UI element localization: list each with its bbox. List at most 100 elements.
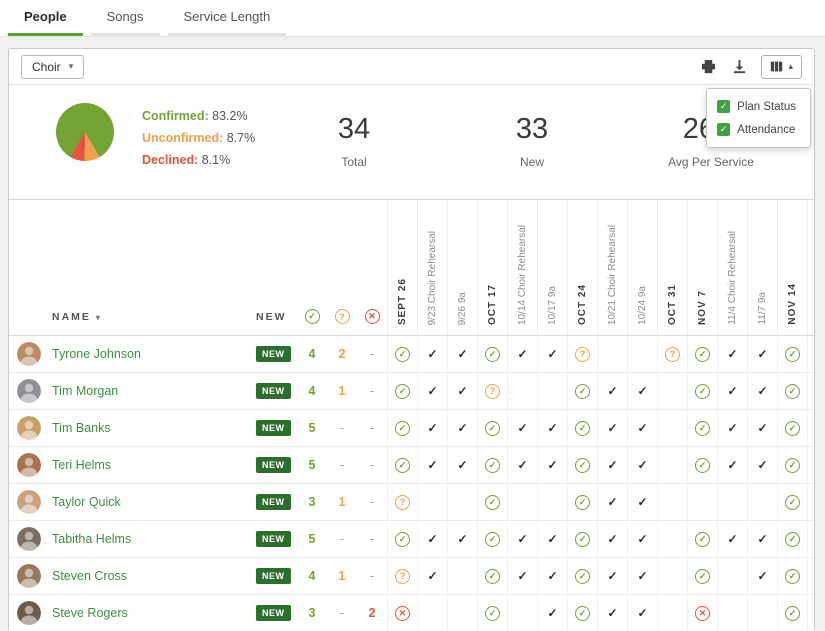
attendance-check-icon: ✓ — [457, 458, 467, 472]
table-row[interactable]: Tyrone JohnsonNEW42-✓✓✓✓✓✓??✓✓✓✓ — [9, 336, 814, 373]
status-cell: ✓ — [507, 447, 537, 483]
avatar — [17, 564, 41, 588]
menu-item-label: Attendance — [737, 124, 795, 136]
tab-songs[interactable]: Songs — [91, 0, 160, 36]
unconfirmed-count: - — [327, 447, 357, 483]
toolbar-actions: ▴ — [699, 55, 802, 79]
date-column-header-11-4-choir-rehearsal: 11/4 Choir Rehearsal — [717, 200, 747, 335]
confirmed-icon: ✓ — [395, 384, 410, 399]
status-cell — [417, 595, 447, 631]
download-button[interactable] — [730, 57, 749, 76]
confirmed-icon: ✓ — [485, 569, 500, 584]
table-row[interactable]: Taylor QuickNEW31-?✓✓✓✓✓ — [9, 484, 814, 521]
checkbox-checked-icon[interactable]: ✓ — [717, 100, 730, 113]
checkbox-checked-icon[interactable]: ✓ — [717, 123, 730, 136]
person-name-link[interactable]: Tabitha Helms — [52, 532, 131, 546]
status-cell: ✓ — [687, 336, 717, 372]
tab-service-length[interactable]: Service Length — [168, 0, 287, 36]
confirmed-icon: ✓ — [785, 495, 800, 510]
menu-item-plan-status[interactable]: ✓ Plan Status — [707, 95, 810, 118]
menu-item-label: Plan Status — [737, 101, 796, 113]
status-cell: ✓ — [717, 336, 747, 372]
confirmed-icon: ✓ — [485, 347, 500, 362]
confirmed-count: 3 — [297, 484, 327, 520]
attendance-check-icon: ✓ — [637, 458, 647, 472]
attendance-check-icon: ✓ — [517, 347, 527, 361]
declined-count: - — [357, 558, 387, 594]
table-row[interactable]: Tim BanksNEW5--✓✓✓✓✓✓✓✓✓✓✓✓✓ — [9, 410, 814, 447]
confirmed-icon: ✓ — [305, 309, 320, 324]
print-button[interactable] — [699, 57, 718, 76]
attendance-check-icon: ✓ — [757, 421, 767, 435]
confirmed-icon: ✓ — [785, 606, 800, 621]
avatar — [17, 601, 41, 625]
status-cell: ✓ — [777, 521, 807, 557]
legend-item: Declined: 8.1% — [142, 149, 255, 171]
status-cell: ✓ — [597, 558, 627, 594]
person-cell: Tyrone Johnson — [9, 336, 241, 372]
avatar — [17, 490, 41, 514]
person-name-link[interactable]: Tim Morgan — [52, 384, 118, 398]
confirmed-icon: ✓ — [785, 347, 800, 362]
attendance-check-icon: ✓ — [637, 532, 647, 546]
status-cell: ✓ — [567, 447, 597, 483]
filler-cell — [807, 447, 814, 483]
confirmed-icon: ✓ — [695, 569, 710, 584]
status-cell: ✓ — [447, 521, 477, 557]
status-cell — [657, 410, 687, 446]
table-row[interactable]: Tim MorganNEW41-✓✓✓?✓✓✓✓✓✓✓ — [9, 373, 814, 410]
new-cell: NEW — [241, 410, 297, 446]
new-cell: NEW — [241, 484, 297, 520]
name-column-header[interactable]: NAME ▾ — [9, 200, 241, 335]
table-row[interactable]: Tabitha HelmsNEW5--✓✓✓✓✓✓✓✓✓✓✓✓✓ — [9, 521, 814, 558]
stat-new-label: New — [516, 155, 548, 169]
table-row[interactable]: Teri HelmsNEW5--✓✓✓✓✓✓✓✓✓✓✓✓✓ — [9, 447, 814, 484]
status-cell: ✓ — [537, 447, 567, 483]
attendance-check-icon: ✓ — [727, 421, 737, 435]
status-cell: ✓ — [777, 484, 807, 520]
columns-menu-button[interactable]: ▴ — [761, 55, 802, 79]
date-column-header-10-24-9a: 10/24 9a — [627, 200, 657, 335]
avatar — [17, 527, 41, 551]
unconfirmed-icon: ? — [485, 384, 500, 399]
person-name-link[interactable]: Tyrone Johnson — [52, 347, 141, 361]
person-name-link[interactable]: Tim Banks — [52, 421, 111, 435]
confirmed-icon: ✓ — [575, 532, 590, 547]
new-cell: NEW — [241, 447, 297, 483]
person-name-link[interactable]: Steve Rogers — [52, 606, 128, 620]
person-name-link[interactable]: Steven Cross — [52, 569, 127, 583]
confirmed-count: 4 — [297, 336, 327, 372]
status-cell: ✓ — [417, 447, 447, 483]
table-row[interactable]: Steve RogersNEW3-2✕✓✓✓✓✓✕✓ — [9, 595, 814, 631]
status-cell — [507, 484, 537, 520]
new-badge: NEW — [256, 494, 291, 510]
confirmed-count: 5 — [297, 410, 327, 446]
attendance-check-icon: ✓ — [757, 384, 767, 398]
person-name-link[interactable]: Taylor Quick — [52, 495, 121, 509]
unconfirmed-icon: ? — [395, 569, 410, 584]
status-cell — [657, 521, 687, 557]
status-cell: ✓ — [717, 373, 747, 409]
attendance-check-icon: ✓ — [757, 458, 767, 472]
attendance-check-icon: ✓ — [607, 421, 617, 435]
tab-people[interactable]: People — [8, 0, 83, 36]
report-tabs: People Songs Service Length — [0, 0, 825, 37]
category-filter-dropdown[interactable]: Choir ▾ — [21, 55, 84, 79]
status-cell: ✓ — [627, 447, 657, 483]
filler-cell — [807, 595, 814, 631]
confirmed-icon: ✓ — [785, 421, 800, 436]
new-cell: NEW — [241, 558, 297, 594]
attendance-check-icon: ✓ — [457, 347, 467, 361]
unconfirmed-icon: ? — [665, 347, 680, 362]
confirmed-icon: ✓ — [485, 532, 500, 547]
table-row[interactable]: Steven CrossNEW41-?✓✓✓✓✓✓✓✓✓✓ — [9, 558, 814, 595]
date-column-header-oct-17: OCT 17 — [477, 200, 507, 335]
new-badge: NEW — [256, 531, 291, 547]
person-cell: Tim Banks — [9, 410, 241, 446]
status-cell — [657, 373, 687, 409]
attendance-check-icon: ✓ — [427, 347, 437, 361]
menu-item-attendance[interactable]: ✓ Attendance — [707, 118, 810, 141]
status-cell: ? — [477, 373, 507, 409]
person-name-link[interactable]: Teri Helms — [52, 458, 111, 472]
date-column-header-9-23-choir-rehearsal: 9/23 Choir Rehearsal — [417, 200, 447, 335]
